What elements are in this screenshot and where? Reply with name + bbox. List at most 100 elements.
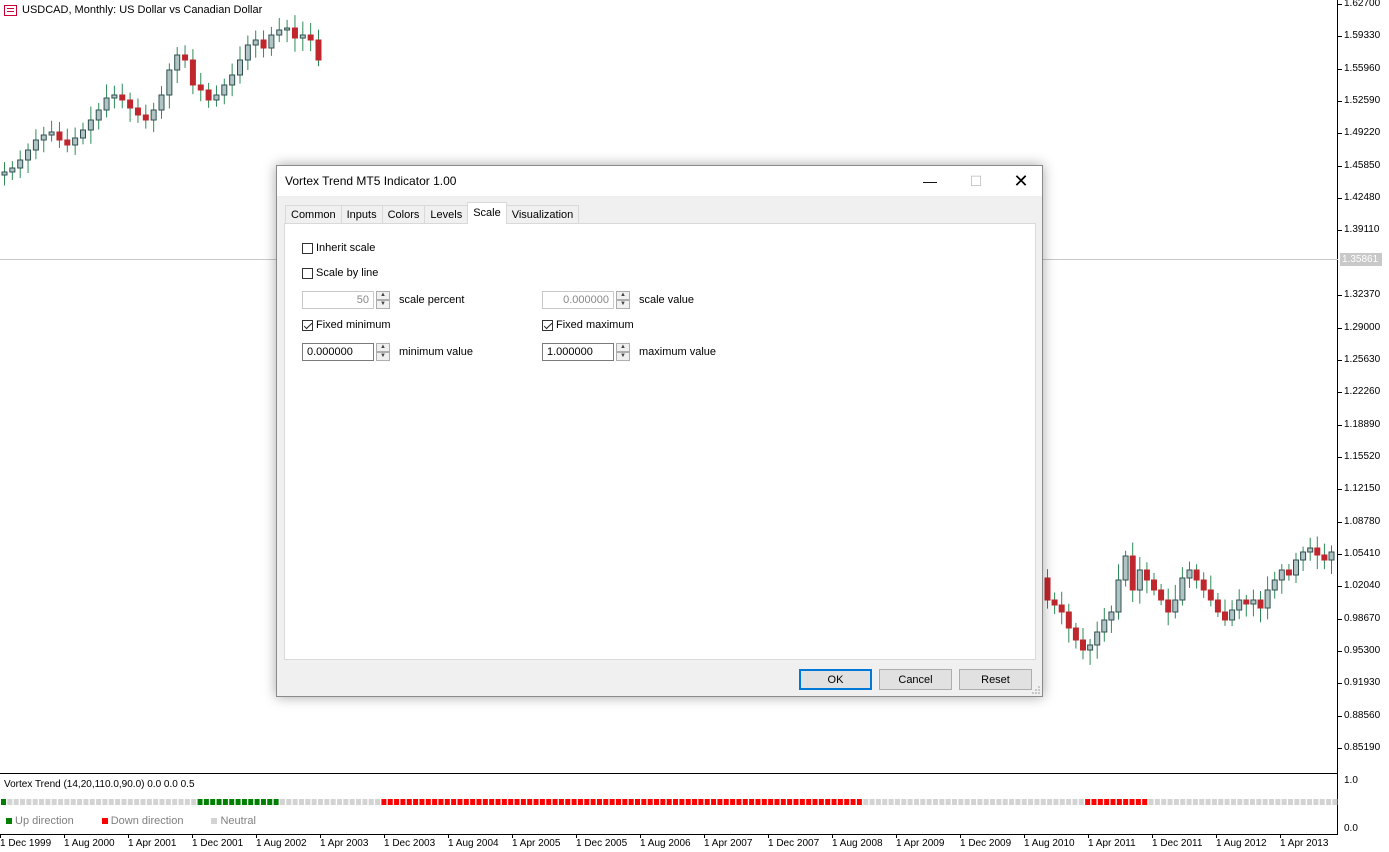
indicator-dot	[742, 799, 748, 805]
indicator-dot	[1180, 799, 1186, 805]
legend-neutral-label: Neutral	[220, 815, 256, 827]
time-tick-label: 1 Aug 2008	[832, 835, 883, 849]
time-tick-label: 1 Aug 2012	[1216, 835, 1267, 849]
minimum-value-input[interactable]: 0.000000	[302, 343, 374, 361]
indicator-dot	[635, 799, 640, 805]
candle	[1278, 564, 1285, 594]
close-icon[interactable]: ✕	[998, 166, 1044, 196]
candle	[134, 98, 141, 123]
tab-common[interactable]: Common	[285, 205, 342, 224]
maximize-icon[interactable]: ☐	[953, 166, 999, 196]
scale-by-line-label: Scale by line	[316, 267, 379, 279]
indicator-dot	[711, 799, 717, 805]
ok-button[interactable]: OK	[799, 669, 872, 690]
indicator-dot	[837, 799, 843, 805]
indicator-dot	[235, 799, 241, 805]
indicator-dot	[419, 799, 425, 805]
indicator-dot	[1053, 799, 1059, 805]
indicator-dot	[406, 799, 412, 805]
maximum-value-field: 1.000000 ▲ ▼ maximum value	[542, 343, 716, 361]
indicator-dot	[64, 799, 70, 805]
cancel-button[interactable]: Cancel	[879, 669, 952, 690]
price-tick-label: 1.12150	[1337, 483, 1381, 495]
indicator-dot	[39, 799, 45, 805]
indicator-dot	[172, 799, 178, 805]
candle	[260, 30, 267, 58]
indicator-dot	[964, 799, 970, 805]
indicator-dot	[856, 799, 862, 805]
inherit-scale-row[interactable]: Inherit scale	[302, 242, 375, 254]
inherit-scale-checkbox[interactable]	[302, 242, 313, 254]
scale-value-input[interactable]: 0.000000	[542, 291, 614, 309]
spin-down-icon[interactable]: ▼	[616, 352, 630, 361]
tab-inputs[interactable]: Inputs	[340, 205, 383, 224]
indicator-dot	[990, 799, 996, 805]
tab-visualization[interactable]: Visualization	[505, 205, 580, 224]
fixed-maximum-checkbox[interactable]	[542, 319, 553, 331]
price-tick-label: 1.59330	[1337, 30, 1381, 42]
price-tick-label: 1.02040	[1337, 580, 1381, 592]
indicator-dot	[45, 799, 51, 805]
scale-percent-input[interactable]: 50	[302, 291, 374, 309]
candle	[1257, 590, 1264, 623]
indicator-dot	[476, 799, 482, 805]
scale-by-line-checkbox[interactable]	[302, 267, 313, 279]
candle	[48, 120, 55, 142]
candle	[1158, 584, 1165, 606]
indicator-dot	[400, 799, 406, 805]
dialog-titlebar[interactable]: Vortex Trend MT5 Indicator 1.00 — ☐ ✕	[277, 166, 1042, 196]
candle	[17, 150, 24, 179]
tab-levels[interactable]: Levels	[424, 205, 469, 224]
candle	[284, 19, 291, 43]
indicator-dot	[1059, 799, 1065, 805]
indicator-dot	[463, 799, 469, 805]
resize-grip-icon[interactable]	[1032, 686, 1040, 694]
candle	[213, 85, 220, 107]
scale-by-line-row[interactable]: Scale by line	[302, 267, 378, 279]
price-tick-label: 1.49220	[1337, 127, 1381, 139]
indicator-dot	[432, 799, 438, 805]
minimize-icon[interactable]: —	[907, 166, 953, 196]
minimum-value-label: minimum value	[399, 346, 473, 358]
fixed-maximum-row[interactable]: Fixed maximum	[542, 319, 634, 331]
indicator-dot	[1313, 799, 1319, 805]
indicator-dot	[971, 799, 977, 805]
spin-up-icon[interactable]: ▲	[616, 343, 630, 352]
spin-up-icon[interactable]: ▲	[616, 291, 630, 300]
indicator-dot	[1097, 799, 1103, 805]
price-tick-label: 1.18890	[1337, 418, 1381, 430]
spin-down-icon[interactable]: ▼	[616, 300, 630, 309]
indicator-dot	[203, 799, 209, 805]
spin-down-icon[interactable]: ▼	[376, 300, 390, 309]
scale-tab-panel: Inherit scale Scale by line 50 ▲ ▼ scale …	[284, 223, 1036, 660]
time-axis[interactable]: 1 Dec 1999 1 Aug 2000 1 Apr 2001 1 Dec 2001…	[0, 835, 1338, 852]
spin-up-icon[interactable]: ▲	[376, 291, 390, 300]
indicator-dot	[565, 799, 571, 805]
indicator-dot	[457, 799, 463, 805]
indicator-legend: Up direction Down direction Neutral	[6, 815, 284, 827]
maximum-value-input[interactable]: 1.000000	[542, 343, 614, 361]
indicator-dot	[875, 799, 881, 805]
spin-down-icon[interactable]: ▼	[376, 352, 390, 361]
indicator-dot	[869, 799, 875, 805]
indicator-dot	[1199, 799, 1205, 805]
candle	[1186, 561, 1193, 588]
reset-button[interactable]: Reset	[959, 669, 1032, 690]
tab-scale[interactable]: Scale	[467, 202, 507, 224]
candle	[189, 49, 196, 95]
fixed-minimum-checkbox[interactable]	[302, 319, 313, 331]
price-axis[interactable]: 1.62700 1.59330 1.55960 1.52590 1.49220 1.458…	[1337, 0, 1389, 852]
indicator-dot	[1218, 799, 1224, 805]
indicator-subwindow[interactable]: Vortex Trend (14,20,110.0,90.0) 0.0 0.0 …	[0, 774, 1338, 835]
indicator-dot	[413, 799, 419, 805]
spin-up-icon[interactable]: ▲	[376, 343, 390, 352]
indicator-dot	[907, 799, 913, 805]
indicator-dot	[32, 799, 38, 805]
indicator-dot	[901, 799, 907, 805]
indicator-dot	[1028, 799, 1034, 805]
indicator-dot	[1009, 799, 1015, 805]
tab-colors[interactable]: Colors	[381, 205, 426, 224]
indicator-dot	[863, 799, 869, 805]
fixed-minimum-row[interactable]: Fixed minimum	[302, 319, 391, 331]
price-tick-label: 1.22260	[1337, 386, 1381, 398]
